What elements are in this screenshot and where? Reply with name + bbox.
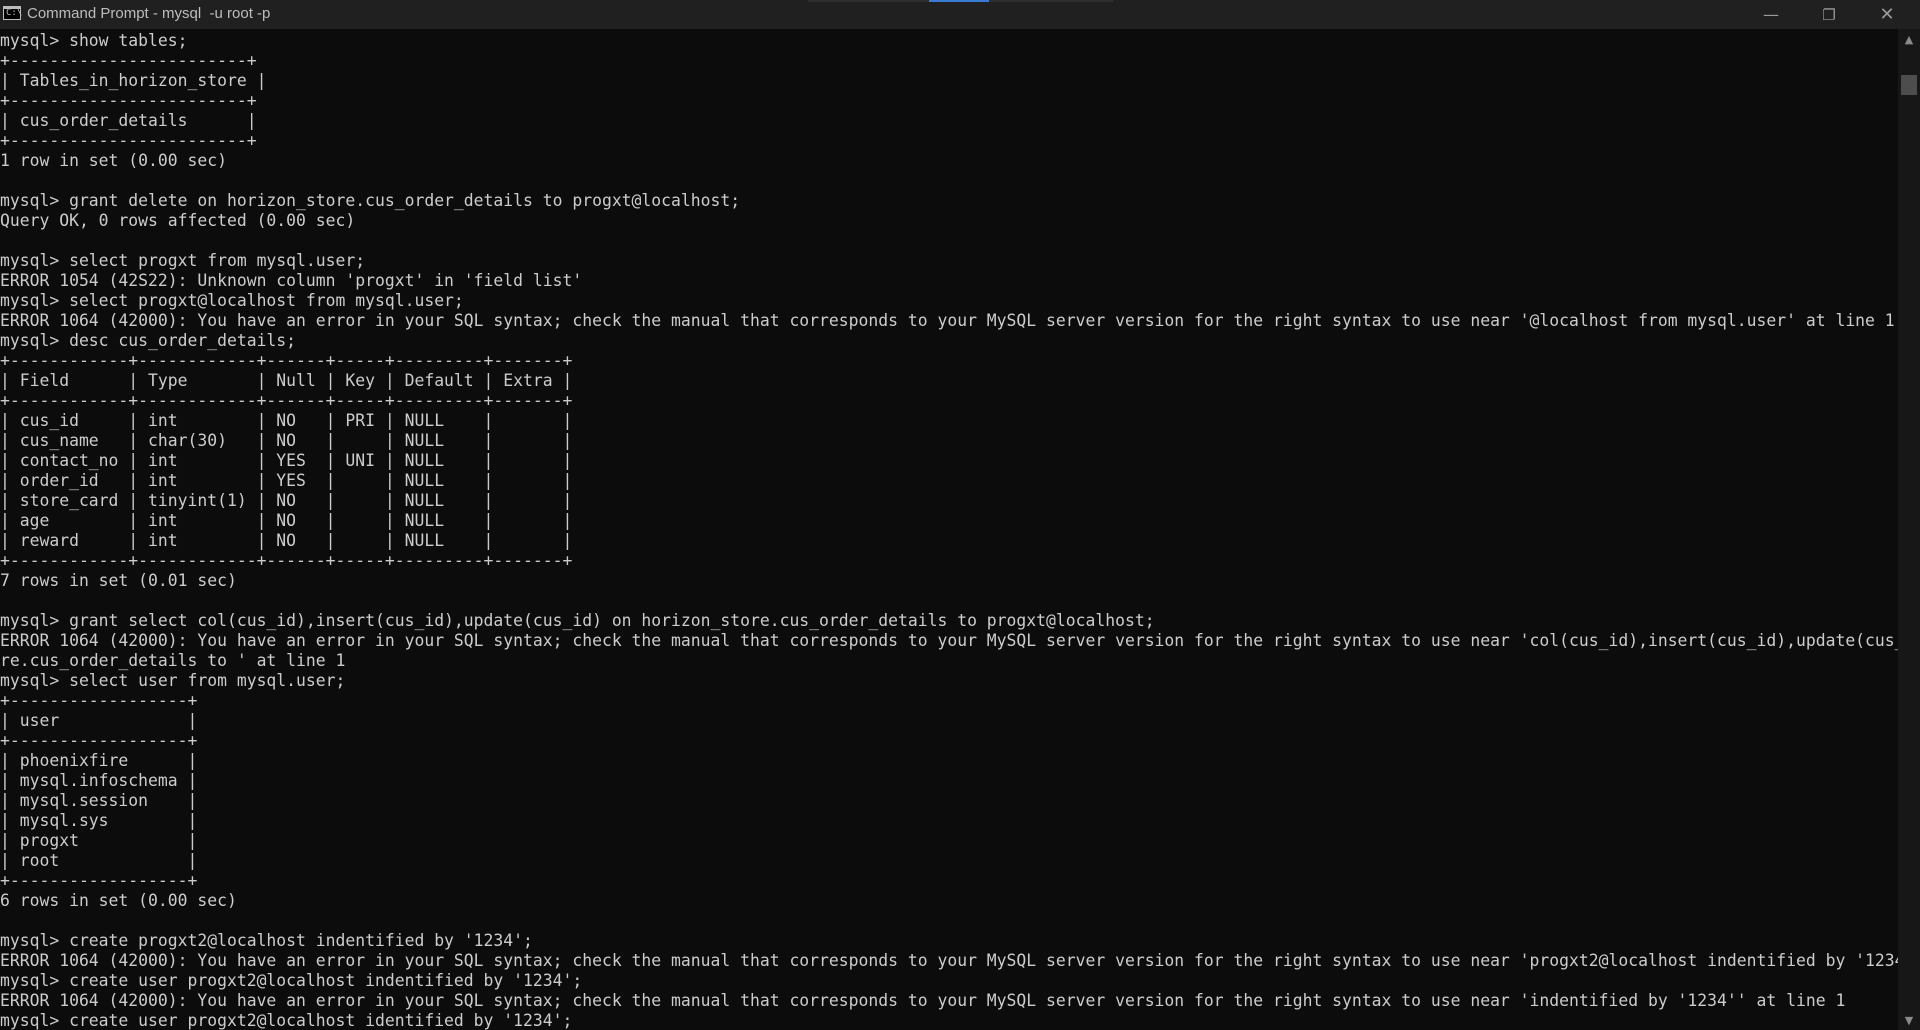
scroll-thumb[interactable] xyxy=(1901,75,1917,95)
console-line: | order_id | int | YES | | NULL | | xyxy=(0,471,573,490)
focus-accent-line xyxy=(929,0,989,2)
console-line: | reward | int | NO | | NULL | | xyxy=(0,531,573,550)
console-line: mysql> create user progxt2@localhost ind… xyxy=(0,971,583,990)
console-line: | cus_id | int | NO | PRI | NULL | | xyxy=(0,411,573,430)
scroll-down-arrow-icon[interactable]: ▼ xyxy=(1898,1010,1920,1030)
console-line: ERROR 1064 (42000): You have an error in… xyxy=(0,951,1898,970)
cmd-console-icon[interactable]: C:\ xyxy=(3,6,23,20)
window-title: Command Prompt - mysql -u root -p xyxy=(27,5,271,22)
console-line: 1 row in set (0.00 sec) xyxy=(0,151,227,170)
console-line: re.cus_order_details to ' at line 1 xyxy=(0,651,346,670)
cmd-icon-glyph: C:\ xyxy=(6,8,23,18)
console-line: | phoenixfire | xyxy=(0,751,198,770)
console-output[interactable]: mysql> show tables; +--------------------… xyxy=(0,29,1898,1030)
restore-button[interactable]: ❐ xyxy=(1800,0,1858,29)
console-line: | mysql.session | xyxy=(0,791,198,810)
console-line: | progxt | xyxy=(0,831,198,850)
console-line: mysql> desc cus_order_details; xyxy=(0,331,297,350)
console-line: mysql> create progxt2@localhost indentif… xyxy=(0,931,533,950)
console-line: mysql> select user from mysql.user; xyxy=(0,671,346,690)
console-line: +------------------+ xyxy=(0,871,198,890)
console-line: +------------+------------+------+-----+… xyxy=(0,351,573,370)
console-line: | user | xyxy=(0,711,198,730)
console-line: | mysql.sys | xyxy=(0,811,198,830)
console-line: mysql> create user progxt2@localhost ide… xyxy=(0,1011,573,1030)
console-line: mysql> grant select col(cus_id),insert(c… xyxy=(0,611,1155,630)
console-line: mysql> select progxt from mysql.user; xyxy=(0,251,366,270)
console-line: | contact_no | int | YES | UNI | NULL | … xyxy=(0,451,573,470)
scroll-up-arrow-icon[interactable]: ▲ xyxy=(1898,29,1920,49)
console-line: ERROR 1054 (42S22): Unknown column 'prog… xyxy=(0,271,583,290)
minimize-button[interactable]: — xyxy=(1742,0,1800,29)
console-line: +------------------+ xyxy=(0,731,198,750)
console-line: mysql> select progxt@localhost from mysq… xyxy=(0,291,464,310)
console-line: Query OK, 0 rows affected (0.00 sec) xyxy=(0,211,356,230)
console-line: 7 rows in set (0.01 sec) xyxy=(0,571,237,590)
close-button[interactable]: ✕ xyxy=(1858,0,1916,29)
console-line: | Field | Type | Null | Key | Default | … xyxy=(0,371,573,390)
console-line: | store_card | tinyint(1) | NO | | NULL … xyxy=(0,491,573,510)
console-line: +------------------------+ xyxy=(0,131,257,150)
title-bar[interactable]: C:\ Command Prompt - mysql -u root -p — … xyxy=(0,0,1920,29)
console-line: +------------+------------+------+-----+… xyxy=(0,551,573,570)
console-line: | cus_name | char(30) | NO | | NULL | | xyxy=(0,431,573,450)
command-prompt-window: C:\ Command Prompt - mysql -u root -p — … xyxy=(0,0,1920,1030)
console-line: | mysql.infoschema | xyxy=(0,771,198,790)
console-line: | Tables_in_horizon_store | xyxy=(0,71,267,90)
console-line: +------------------------+ xyxy=(0,51,257,70)
console-line: +------------------------+ xyxy=(0,91,257,110)
console-line: | root | xyxy=(0,851,198,870)
console-line: +------------------+ xyxy=(0,691,198,710)
console-line: mysql> show tables; xyxy=(0,31,188,50)
console-line: ERROR 1064 (42000): You have an error in… xyxy=(0,631,1898,650)
console-line: ERROR 1064 (42000): You have an error in… xyxy=(0,311,1895,330)
console-line: | cus_order_details | xyxy=(0,111,257,130)
console-line: ERROR 1064 (42000): You have an error in… xyxy=(0,991,1846,1010)
console-line: 6 rows in set (0.00 sec) xyxy=(0,891,237,910)
console-line: mysql> grant delete on horizon_store.cus… xyxy=(0,191,741,210)
console-line: | age | int | NO | | NULL | | xyxy=(0,511,573,530)
console-line: +------------+------------+------+-----+… xyxy=(0,391,573,410)
vertical-scrollbar[interactable]: ▲ ▼ xyxy=(1898,29,1920,1030)
